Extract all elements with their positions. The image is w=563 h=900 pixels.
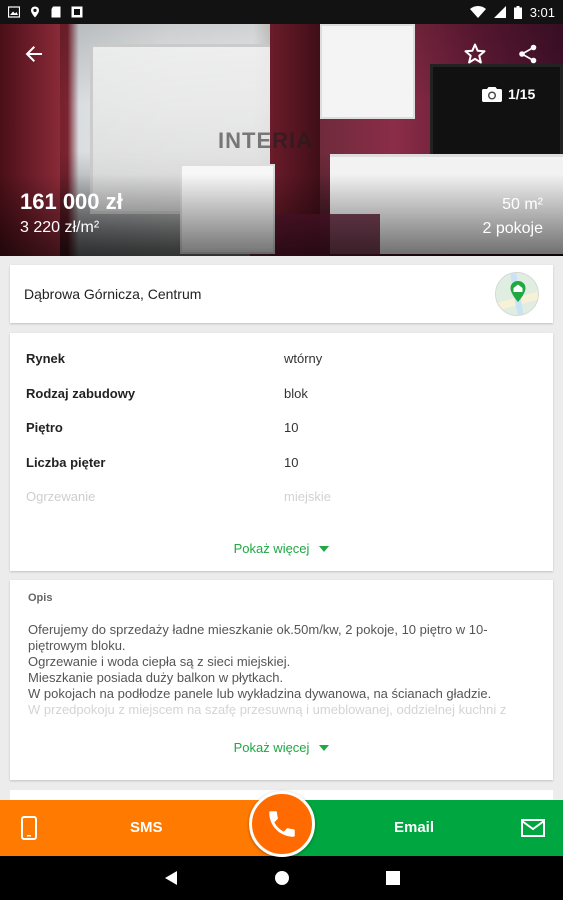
details-value: blok bbox=[284, 385, 308, 401]
caret-down-icon bbox=[319, 545, 330, 552]
description-show-more-button[interactable]: Pokaż więcej bbox=[10, 740, 553, 755]
price: 161 000 zł bbox=[20, 189, 123, 214]
photo-cabinet bbox=[320, 24, 415, 119]
description-line: W przedpokoju z miejscem na szafę przesu… bbox=[28, 702, 507, 717]
description-line: W pokojach na podłodze panele lub wykład… bbox=[28, 686, 492, 701]
description-line: Mieszkanie posiada duży balkon w płytkac… bbox=[28, 670, 284, 685]
camera-icon bbox=[482, 87, 502, 102]
wifi-icon bbox=[469, 6, 486, 18]
description-card: Opis Oferujemy do sprzedaży ładne mieszk… bbox=[10, 580, 553, 780]
description-line: piętrowym bloku. bbox=[28, 638, 126, 653]
image-icon bbox=[8, 6, 20, 18]
details-value: 10 bbox=[284, 420, 299, 435]
status-left-icons bbox=[8, 6, 83, 18]
sms-label: SMS bbox=[130, 819, 163, 836]
details-label: Liczba pięter bbox=[26, 454, 106, 470]
map-icon bbox=[496, 273, 538, 315]
star-outline-icon bbox=[464, 43, 486, 64]
mobile-phone-icon bbox=[21, 816, 37, 840]
description-title: Opis bbox=[28, 592, 53, 604]
phone-icon bbox=[269, 811, 295, 837]
details-row: Rodzaj zabudowy blok bbox=[26, 386, 537, 421]
share-icon bbox=[519, 44, 537, 64]
nav-home-icon[interactable] bbox=[274, 870, 290, 886]
details-value: miejskie bbox=[284, 489, 331, 504]
map-button[interactable] bbox=[495, 272, 539, 316]
system-nav-bar bbox=[0, 856, 563, 900]
favorite-button[interactable] bbox=[455, 34, 495, 74]
sms-button[interactable]: SMS bbox=[0, 800, 280, 856]
location-text: Dąbrowa Górnicza, Centrum bbox=[24, 286, 202, 302]
details-show-more-label: Pokaż więcej bbox=[233, 541, 310, 556]
description-line: Oferujemy do sprzedaży ładne mieszkanie … bbox=[28, 622, 488, 637]
photo-watermark: INTERIA bbox=[218, 128, 313, 153]
battery-icon bbox=[513, 5, 522, 19]
photo-counter-text: 1/15 bbox=[508, 86, 536, 102]
back-button[interactable] bbox=[14, 34, 54, 74]
photo-gradient bbox=[0, 174, 563, 256]
arrow-back-icon bbox=[25, 46, 42, 62]
notification-icon bbox=[71, 6, 83, 18]
caret-down-icon bbox=[319, 744, 330, 751]
status-bar: 3:01 bbox=[0, 0, 563, 24]
listing-photo[interactable]: INTERIA 1/15 161 000 zł 3 220 zł/m² 50 m… bbox=[0, 24, 563, 256]
rooms: 2 pokoje bbox=[482, 220, 544, 237]
share-button[interactable] bbox=[508, 34, 548, 74]
email-button[interactable]: Email bbox=[280, 800, 563, 856]
sd-card-icon bbox=[51, 6, 61, 18]
area: 50 m² bbox=[502, 196, 543, 213]
details-card: Rynek wtórny Rodzaj zabudowy blok Piętro… bbox=[10, 333, 553, 571]
mail-icon bbox=[521, 819, 545, 837]
signal-icon bbox=[493, 6, 506, 18]
nav-recents-icon[interactable] bbox=[385, 871, 400, 885]
details-label: Piętro bbox=[26, 420, 63, 435]
call-button[interactable] bbox=[249, 791, 315, 857]
nav-back-icon[interactable] bbox=[164, 870, 178, 886]
location-card[interactable]: Dąbrowa Górnicza, Centrum bbox=[10, 265, 553, 323]
details-row: Rynek wtórny bbox=[26, 351, 537, 386]
email-label: Email bbox=[394, 819, 435, 836]
price-per-m2: 3 220 zł/m² bbox=[20, 219, 100, 236]
location-icon bbox=[31, 6, 39, 18]
status-time: 3:01 bbox=[529, 4, 555, 20]
details-row: Piętro 10 bbox=[26, 420, 537, 455]
details-label: Ogrzewanie bbox=[26, 489, 96, 504]
description-line: Ogrzewanie i woda ciepła są z sieci miej… bbox=[28, 654, 291, 669]
details-show-more-button[interactable]: Pokaż więcej bbox=[10, 541, 553, 556]
photo-tv bbox=[430, 64, 563, 159]
description-body: Oferujemy do sprzedaży ładne mieszkanie … bbox=[28, 622, 535, 718]
details-row: Liczba pięter 10 bbox=[26, 455, 537, 490]
details-label: Rynek bbox=[26, 351, 66, 366]
details-value: 10 bbox=[284, 454, 299, 470]
details-row: Ogrzewanie miejskie bbox=[26, 489, 537, 524]
details-value: wtórny bbox=[284, 351, 323, 366]
description-show-more-label: Pokaż więcej bbox=[233, 740, 310, 755]
photo-counter[interactable]: 1/15 bbox=[482, 86, 535, 102]
details-label: Rodzaj zabudowy bbox=[26, 385, 136, 401]
status-right: 3:01 bbox=[469, 4, 555, 20]
